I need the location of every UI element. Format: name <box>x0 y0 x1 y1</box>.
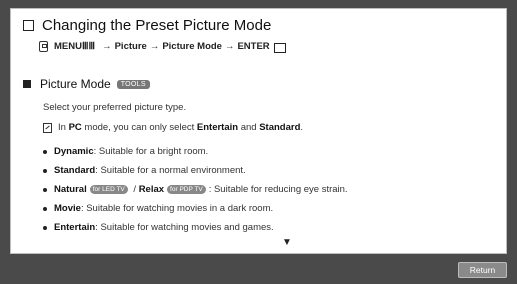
pdp-tv-pill: for PDP TV <box>167 185 206 194</box>
mode-name: Standard <box>54 165 96 176</box>
bullet-square-icon <box>23 80 31 88</box>
page-title-row: Changing the Preset Picture Mode <box>23 17 271 34</box>
mode-desc: : Suitable for a bright room. <box>93 146 209 157</box>
scroll-down-icon[interactable]: ▼ <box>282 237 292 248</box>
tools-badge: TOOLS <box>116 79 150 89</box>
path-step-enter: ENTER <box>237 41 270 52</box>
section-description: Select your preferred picture type. <box>43 102 187 113</box>
section-heading: Picture Mode TOOLS <box>23 77 150 91</box>
checkbox-icon <box>23 20 34 31</box>
return-button[interactable]: Return <box>458 262 507 278</box>
led-tv-pill: for LED TV <box>89 185 128 194</box>
note-standard: Standard <box>259 122 301 133</box>
mode-desc: : Suitable for reducing eye strain. <box>208 184 348 195</box>
bullet-dot-icon <box>43 225 47 230</box>
list-item: Natural for LED TV / Relax for PDP TV : … <box>43 180 348 199</box>
path-step-picture-mode: Picture Mode <box>162 41 222 52</box>
mode-name: Natural <box>54 184 87 195</box>
bullet-dot-icon <box>43 149 47 154</box>
note-text-4: . <box>300 122 304 133</box>
page-title: Changing the Preset Picture Mode <box>42 17 272 34</box>
note-row: In PC mode, you can only select Entertai… <box>43 122 303 133</box>
path-step-picture: Picture <box>114 41 147 52</box>
mode-desc: : Suitable for watching movies and games… <box>95 222 274 233</box>
mode-name-2: Relax <box>138 184 165 195</box>
manual-content-panel: Changing the Preset Picture Mode MENU ⅢⅢ… <box>10 8 507 254</box>
note-entertain: Entertain <box>196 122 239 133</box>
remote-icon <box>39 41 48 52</box>
mode-desc: : Suitable for watching movies in a dark… <box>80 203 274 214</box>
list-item: Entertain : Suitable for watching movies… <box>43 218 348 237</box>
path-arrow: → <box>102 41 112 52</box>
list-item: Movie : Suitable for watching movies in … <box>43 199 348 218</box>
mode-name: Dynamic <box>54 146 94 157</box>
note-text-2: mode, you can only select <box>81 122 197 133</box>
section-title: Picture Mode <box>40 77 111 91</box>
note-text-3: and <box>238 122 260 133</box>
note-text-1: In <box>58 122 69 133</box>
mode-list: Dynamic : Suitable for a bright room. St… <box>43 142 348 237</box>
note-pc: PC <box>68 122 82 133</box>
bullet-dot-icon <box>43 187 47 192</box>
path-arrow: → <box>224 41 235 52</box>
list-item: Standard : Suitable for a normal environ… <box>43 161 348 180</box>
mode-desc: : Suitable for a normal environment. <box>95 165 246 176</box>
list-item: Dynamic : Suitable for a bright room. <box>43 142 348 161</box>
menu-path: MENU ⅢⅢ → Picture → Picture Mode → ENTER <box>39 41 286 53</box>
menu-label: MENU <box>54 41 82 52</box>
mode-name: Entertain <box>54 222 96 233</box>
bullet-dot-icon <box>43 206 47 211</box>
note-icon <box>43 122 52 133</box>
mode-name: Movie <box>54 203 81 214</box>
mode-separator: / <box>130 184 139 195</box>
enter-icon <box>273 42 286 53</box>
menu-icon: ⅢⅢ <box>81 41 96 52</box>
path-arrow: → <box>149 41 160 52</box>
bullet-dot-icon <box>43 168 47 173</box>
